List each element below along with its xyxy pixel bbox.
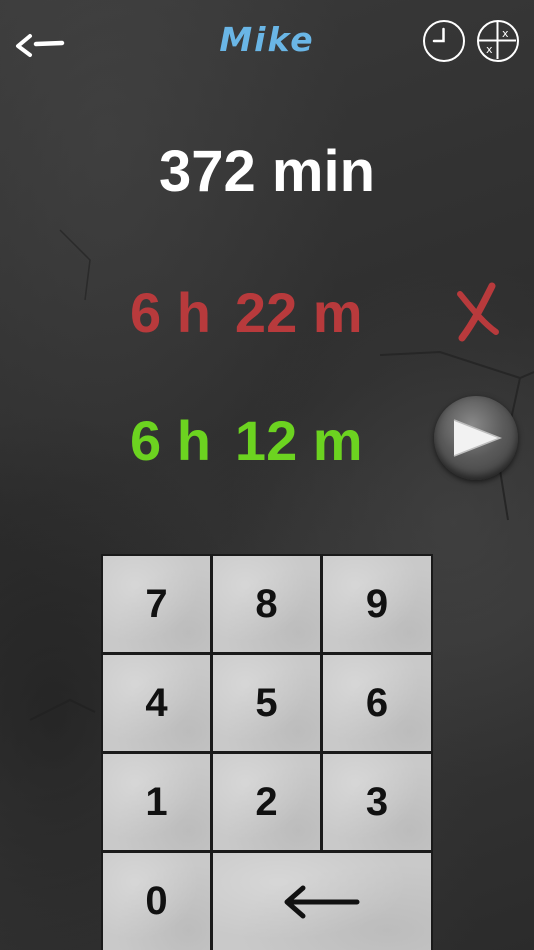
key-6[interactable]: 6 xyxy=(323,655,431,751)
key-5[interactable]: 5 xyxy=(213,655,320,751)
correct-answer-minutes: 12 m xyxy=(234,409,363,472)
total-minutes: 372 min xyxy=(159,139,375,204)
correct-answer: 6 h 12 m xyxy=(130,408,363,473)
key-0[interactable]: 0 xyxy=(103,853,210,950)
backspace-key[interactable] xyxy=(213,853,431,950)
clock-button[interactable] xyxy=(423,20,465,62)
wrong-mark xyxy=(452,282,504,342)
key-8[interactable]: 8 xyxy=(213,556,320,652)
key-1[interactable]: 1 xyxy=(103,754,210,850)
next-button[interactable] xyxy=(434,396,518,480)
key-9[interactable]: 9 xyxy=(323,556,431,652)
clock-icon xyxy=(432,27,445,43)
key-3[interactable]: 3 xyxy=(323,754,431,850)
key-4[interactable]: 4 xyxy=(103,655,210,751)
left-arrow-icon xyxy=(284,885,360,918)
svg-text:x: x xyxy=(486,43,493,56)
wrong-answer-hours: 6 h xyxy=(130,281,211,344)
numeric-keypad: 7 8 9 4 5 6 1 2 3 0 xyxy=(101,554,433,950)
red-cross-icon xyxy=(457,282,499,342)
wrong-answer-minutes: 22 m xyxy=(234,281,363,344)
x-grid-icon: x x xyxy=(479,22,516,59)
correct-answer-hours: 6 h xyxy=(130,409,211,472)
x-grid-button[interactable]: x x xyxy=(477,20,519,62)
key-7[interactable]: 7 xyxy=(103,556,210,652)
wrong-answer: 6 h 22 m xyxy=(130,280,363,345)
play-triangle-icon xyxy=(453,419,503,457)
key-2[interactable]: 2 xyxy=(213,754,320,850)
svg-text:x: x xyxy=(502,27,509,40)
